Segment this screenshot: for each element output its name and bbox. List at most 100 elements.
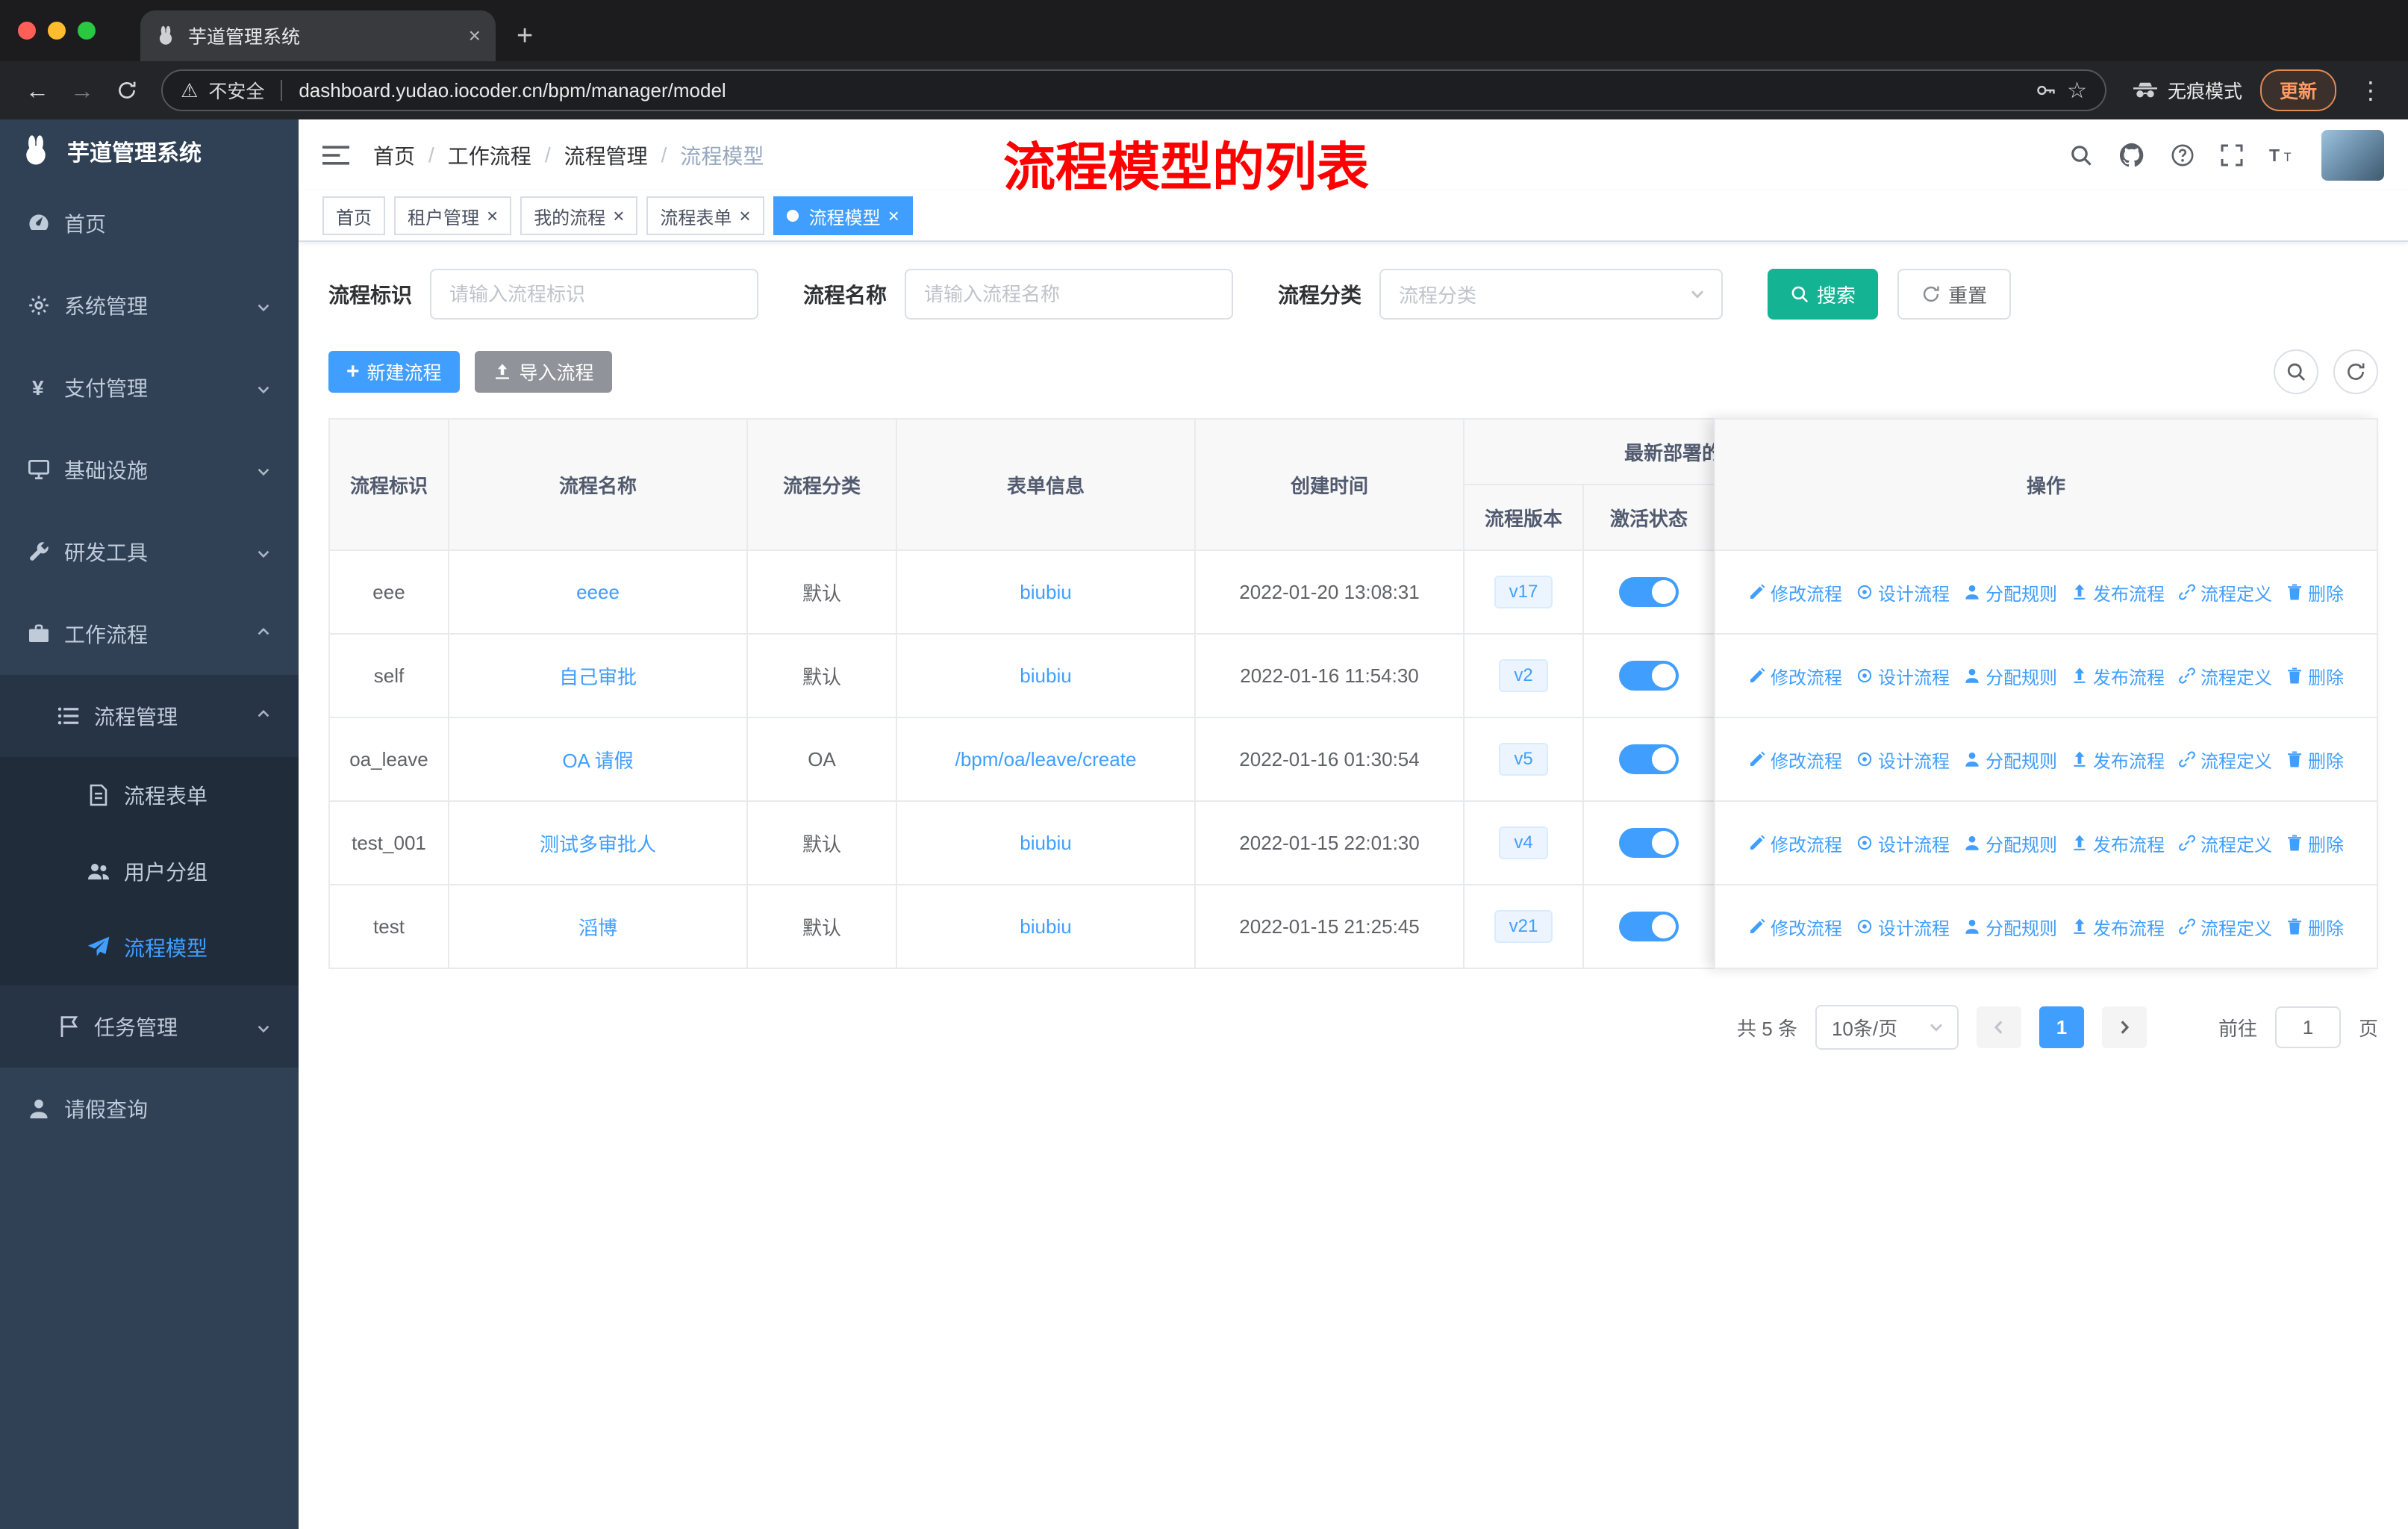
- modify-process-action[interactable]: 修改流程: [1748, 830, 1842, 856]
- next-page-button[interactable]: [2101, 1006, 2147, 1048]
- app-logo[interactable]: 芋道管理系统: [0, 119, 299, 182]
- modify-process-action[interactable]: 修改流程: [1748, 914, 1842, 940]
- page-size-select[interactable]: 10条/页: [1815, 1005, 1959, 1050]
- active-state-toggle[interactable]: [1619, 661, 1679, 691]
- design-process-action[interactable]: 设计流程: [1856, 579, 1950, 605]
- publish-process-action[interactable]: 发布流程: [2071, 914, 2165, 940]
- process-definition-action[interactable]: 流程定义: [2178, 663, 2272, 689]
- close-icon[interactable]: ×: [739, 206, 750, 225]
- star-icon[interactable]: ☆: [2067, 78, 2087, 104]
- process-definition-action[interactable]: 流程定义: [2178, 747, 2272, 773]
- modify-process-action[interactable]: 修改流程: [1748, 747, 1842, 773]
- form-info-link[interactable]: /bpm/oa/leave/create: [955, 748, 1137, 770]
- back-button[interactable]: ←: [18, 77, 57, 105]
- modify-process-action[interactable]: 修改流程: [1748, 663, 1842, 689]
- view-tag-3[interactable]: 流程表单 ×: [646, 196, 764, 235]
- modify-process-action[interactable]: 修改流程: [1748, 579, 1842, 605]
- process-name-link[interactable]: OA 请假: [562, 750, 633, 772]
- tab-close-icon[interactable]: ×: [469, 24, 481, 48]
- sidebar-item-8[interactable]: 用户分组: [0, 833, 299, 909]
- reset-button[interactable]: 重置: [1897, 269, 2012, 320]
- close-icon[interactable]: ×: [487, 206, 498, 225]
- process-definition-action[interactable]: 流程定义: [2178, 914, 2272, 940]
- prev-page-button[interactable]: [1976, 1006, 2021, 1048]
- toggle-search-button[interactable]: [2274, 349, 2318, 394]
- delete-action[interactable]: 删除: [2286, 830, 2344, 856]
- sidebar-item-5[interactable]: 工作流程: [0, 593, 299, 675]
- goto-page-input[interactable]: [2274, 1006, 2341, 1048]
- forward-button[interactable]: →: [63, 77, 102, 105]
- publish-process-action[interactable]: 发布流程: [2071, 663, 2165, 689]
- process-name-link[interactable]: 测试多审批人: [540, 833, 656, 856]
- fullscreen-icon[interactable]: [2220, 143, 2244, 167]
- view-tag-2[interactable]: 我的流程 ×: [520, 196, 638, 235]
- delete-action[interactable]: 删除: [2286, 663, 2344, 689]
- sidebar-item-6[interactable]: 流程管理: [0, 675, 299, 757]
- sidebar-item-4[interactable]: 研发工具: [0, 511, 299, 593]
- font-size-icon[interactable]: TT: [2269, 142, 2296, 169]
- github-icon[interactable]: [2118, 142, 2145, 169]
- sidebar-item-1[interactable]: 系统管理: [0, 264, 299, 346]
- view-tag-4[interactable]: 流程模型 ×: [773, 196, 913, 235]
- publish-process-action[interactable]: 发布流程: [2071, 747, 2165, 773]
- form-info-link[interactable]: biubiu: [1020, 915, 1071, 938]
- update-button[interactable]: 更新: [2259, 69, 2336, 111]
- sidebar-item-2[interactable]: ¥ 支付管理: [0, 346, 299, 429]
- design-process-action[interactable]: 设计流程: [1856, 747, 1950, 773]
- design-process-action[interactable]: 设计流程: [1856, 914, 1950, 940]
- close-icon[interactable]: ×: [888, 206, 899, 225]
- form-info-link[interactable]: biubiu: [1020, 581, 1071, 603]
- window-close-button[interactable]: [18, 22, 36, 40]
- publish-process-action[interactable]: 发布流程: [2071, 579, 2165, 605]
- sidebar-item-3[interactable]: 基础设施: [0, 429, 299, 511]
- key-icon[interactable]: [2036, 80, 2056, 101]
- sidebar-item-0[interactable]: 首页: [0, 182, 299, 264]
- browser-tab[interactable]: 芋道管理系统 ×: [140, 10, 496, 61]
- active-state-toggle[interactable]: [1619, 577, 1679, 607]
- search-icon[interactable]: [2069, 143, 2093, 167]
- import-process-button[interactable]: 导入流程: [474, 351, 612, 393]
- close-icon[interactable]: ×: [613, 206, 624, 225]
- process-definition-action[interactable]: 流程定义: [2178, 830, 2272, 856]
- design-process-action[interactable]: 设计流程: [1856, 830, 1950, 856]
- delete-action[interactable]: 删除: [2286, 914, 2344, 940]
- form-info-link[interactable]: biubiu: [1020, 664, 1071, 687]
- breadcrumb-process-mgmt[interactable]: 流程管理: [564, 140, 648, 170]
- new-tab-button[interactable]: +: [517, 20, 533, 52]
- process-name-link[interactable]: 自己审批: [559, 666, 637, 688]
- process-key-input[interactable]: [430, 269, 759, 320]
- view-tag-0[interactable]: 首页: [322, 196, 385, 235]
- active-state-toggle[interactable]: [1619, 912, 1679, 941]
- process-definition-action[interactable]: 流程定义: [2178, 579, 2272, 605]
- more-menu-icon[interactable]: ⋮: [2351, 76, 2390, 105]
- category-select[interactable]: 流程分类: [1379, 269, 1724, 320]
- create-process-button[interactable]: + 新建流程: [328, 351, 460, 393]
- page-1-button[interactable]: 1: [2039, 1006, 2084, 1048]
- url-bar[interactable]: ⚠ 不安全 dashboard.yudao.iocoder.cn/bpm/man…: [161, 69, 2106, 111]
- window-zoom-button[interactable]: [78, 22, 96, 40]
- sidebar-item-9[interactable]: 流程模型: [0, 909, 299, 985]
- delete-action[interactable]: 删除: [2286, 579, 2344, 605]
- publish-process-action[interactable]: 发布流程: [2071, 830, 2165, 856]
- sidebar-item-7[interactable]: 流程表单: [0, 757, 299, 833]
- active-state-toggle[interactable]: [1619, 744, 1679, 774]
- assign-rule-action[interactable]: 分配规则: [1963, 663, 2057, 689]
- form-info-link[interactable]: biubiu: [1020, 832, 1071, 854]
- help-icon[interactable]: [2171, 143, 2195, 167]
- refresh-table-button[interactable]: [2333, 349, 2378, 394]
- assign-rule-action[interactable]: 分配规则: [1963, 747, 2057, 773]
- hamburger-icon[interactable]: [322, 142, 349, 169]
- assign-rule-action[interactable]: 分配规则: [1963, 830, 2057, 856]
- breadcrumb-home[interactable]: 首页: [373, 140, 415, 170]
- window-minimize-button[interactable]: [48, 22, 66, 40]
- process-name-link[interactable]: eeee: [576, 581, 620, 603]
- sidebar-item-11[interactable]: 请假查询: [0, 1068, 299, 1150]
- breadcrumb-workflow[interactable]: 工作流程: [448, 140, 531, 170]
- process-name-link[interactable]: 滔博: [578, 917, 617, 939]
- view-tag-1[interactable]: 租户管理 ×: [394, 196, 512, 235]
- delete-action[interactable]: 删除: [2286, 747, 2344, 773]
- search-button[interactable]: 搜索: [1768, 269, 1879, 320]
- sidebar-item-10[interactable]: 任务管理: [0, 985, 299, 1068]
- active-state-toggle[interactable]: [1619, 828, 1679, 858]
- process-name-input[interactable]: [905, 269, 1234, 320]
